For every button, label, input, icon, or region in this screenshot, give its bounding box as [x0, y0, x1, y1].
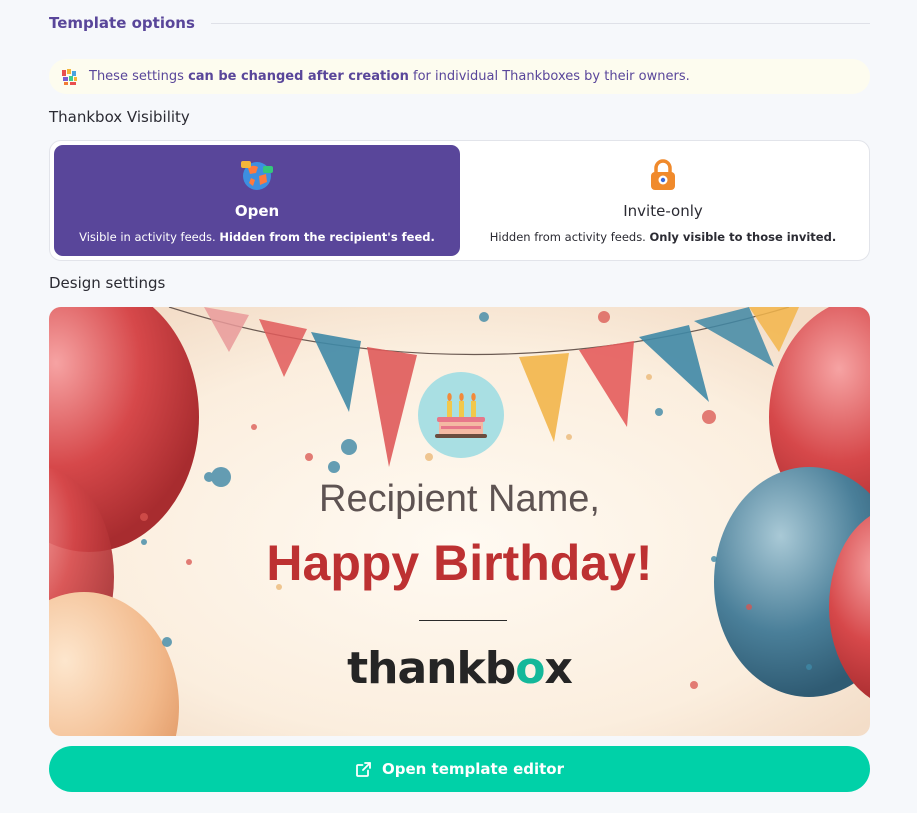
- settings-notice: These settings can be changed after crea…: [49, 59, 870, 94]
- open-option-title: Open: [234, 202, 280, 220]
- visibility-option-open[interactable]: Open Visible in activity feeds. Hidden f…: [54, 145, 460, 256]
- logo-text-start: thankb: [347, 643, 516, 694]
- notice-text: These settings can be changed after crea…: [89, 69, 690, 84]
- open-option-description: Visible in activity feeds. Hidden from t…: [54, 230, 460, 244]
- design-settings-label: Design settings: [49, 274, 166, 292]
- banner-divider: [419, 620, 507, 621]
- open-desc-plain: Visible in activity feeds.: [79, 230, 220, 244]
- colorful-blocks-icon: [62, 68, 77, 85]
- open-desc-bold: Hidden from the recipient's feed.: [219, 230, 435, 244]
- greeting-text: Happy Birthday!: [266, 535, 653, 591]
- invite-desc-plain: Hidden from activity feeds.: [489, 230, 650, 244]
- visibility-label: Thankbox Visibility: [49, 108, 190, 126]
- birthday-cake-icon: [418, 372, 504, 458]
- section-title: Template options: [49, 14, 195, 32]
- external-link-icon: [356, 761, 371, 777]
- logo-text-end: x: [544, 643, 572, 694]
- globe-icon: [241, 161, 273, 190]
- visibility-option-invite-only[interactable]: Invite-only Hidden from activity feeds. …: [460, 145, 866, 256]
- notice-text-end: for individual Thankboxes by their owner…: [408, 69, 690, 84]
- recipient-name-text: Recipient Name,: [319, 478, 600, 520]
- section-header: Template options: [49, 12, 870, 34]
- design-preview-banner: Recipient Name, Happy Birthday! thankbox: [49, 307, 870, 736]
- notice-text-bold: can be changed after creation: [188, 69, 409, 84]
- thankbox-logo: thankbox: [49, 643, 870, 694]
- lock-icon: [651, 159, 675, 190]
- editor-button-label: Open template editor: [381, 760, 565, 778]
- notice-text-start: These settings: [89, 69, 189, 84]
- invite-option-title: Invite-only: [623, 202, 703, 220]
- invite-option-description: Hidden from activity feeds. Only visible…: [460, 230, 866, 244]
- invite-desc-bold: Only visible to those invited.: [649, 230, 837, 244]
- visibility-selector: Open Visible in activity feeds. Hidden f…: [49, 140, 870, 261]
- heart-o-glyph: o: [515, 643, 545, 694]
- header-divider: [210, 22, 870, 24]
- open-template-editor-button[interactable]: Open template editor: [49, 746, 870, 792]
